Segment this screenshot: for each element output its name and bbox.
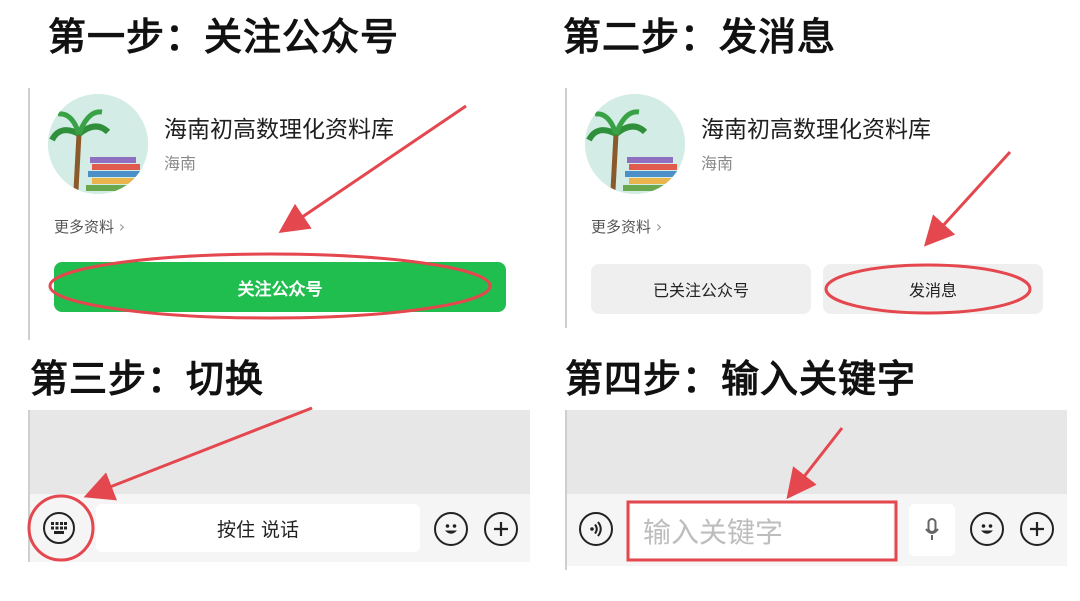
arrow-step1 — [278, 104, 467, 234]
annotation-layer — [27, 104, 1032, 562]
arrow-step3 — [83, 406, 313, 501]
highlight-ellipse-message — [824, 263, 1032, 315]
arrow-step2 — [923, 150, 1012, 247]
highlight-ellipse-follow — [48, 252, 492, 320]
highlight-rect-input — [626, 500, 898, 562]
arrow-step4 — [786, 427, 844, 500]
highlight-circle-keyboard — [27, 494, 95, 562]
